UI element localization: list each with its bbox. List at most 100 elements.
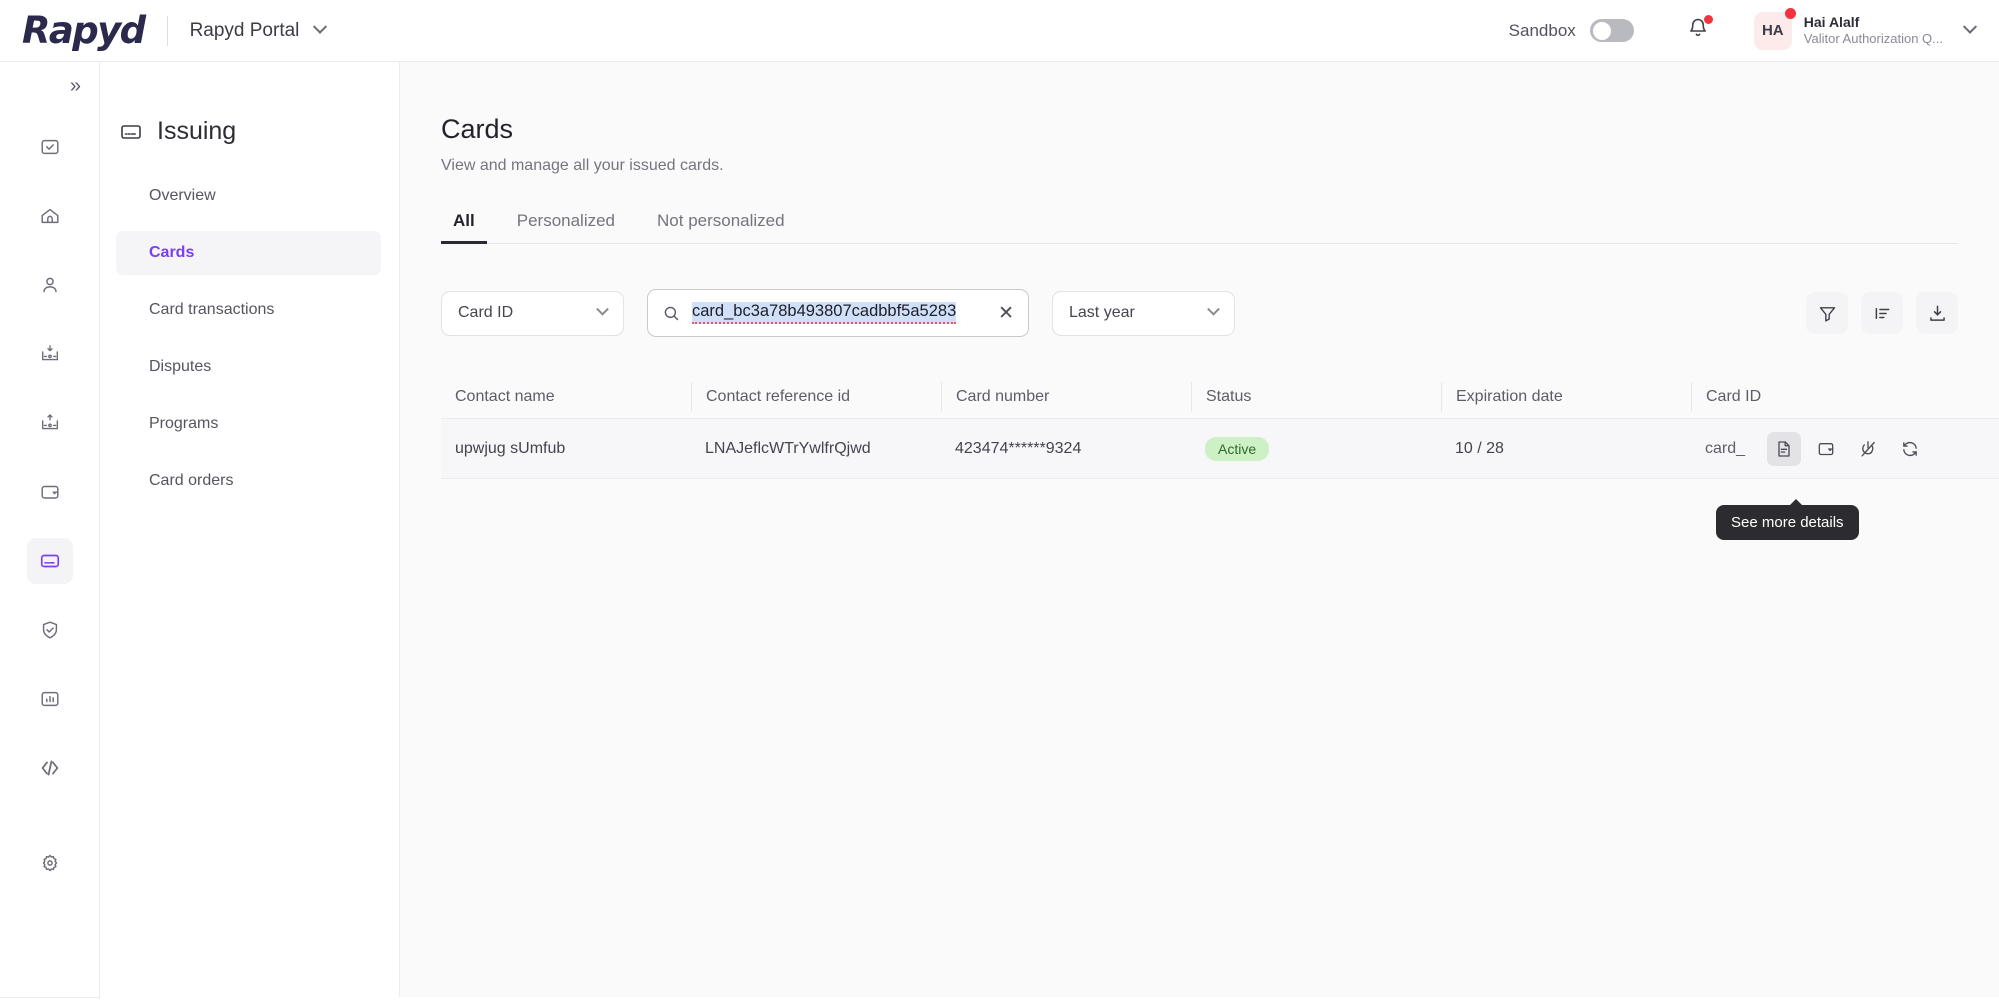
download-icon [1927, 303, 1948, 324]
sidebar-item-overview[interactable]: Overview [116, 174, 381, 218]
page-title: Cards [441, 114, 1999, 145]
sidebar-item-disputes[interactable]: Disputes [116, 345, 381, 389]
code-brackets-icon [38, 756, 62, 780]
sidebar-item-label: Cards [149, 244, 194, 262]
bottom-divider [0, 997, 100, 998]
rail-item-tasks[interactable] [27, 124, 73, 170]
search-icon [662, 304, 681, 323]
sidebar-item-card-transactions[interactable]: Card transactions [116, 288, 381, 332]
rail-item-developers[interactable] [27, 745, 73, 791]
top-header: Rapyd Rapyd Portal Sandbox HA Hai Alalf … [0, 0, 1999, 62]
block-card-button[interactable] [1851, 432, 1885, 466]
search-field-select[interactable]: Card ID [441, 291, 624, 336]
subnav-header: Issuing [119, 117, 399, 146]
avatar-initials: HA [1762, 22, 1784, 39]
tab-bar: All Personalized Not personalized [441, 211, 1958, 244]
tab-all[interactable]: All [441, 211, 487, 243]
table-header-row: Contact name Contact reference id Card n… [441, 375, 1999, 419]
status-badge: Active [1205, 437, 1269, 461]
sidebar-item-cards[interactable]: Cards [116, 231, 381, 275]
card-id-text: card_ [1705, 440, 1745, 458]
avatar: HA [1754, 12, 1792, 50]
search-input[interactable]: card_bc3a78b493807cadbbf5a5283 ✕ [647, 289, 1029, 337]
user-org: Valitor Authorization Q... [1804, 31, 1943, 47]
column-header-card-number[interactable]: Card number [941, 382, 1191, 412]
rail-item-settings[interactable] [27, 840, 73, 886]
portal-name: Rapyd Portal [190, 20, 300, 42]
user-menu[interactable]: HA Hai Alalf Valitor Authorization Q... [1754, 12, 1981, 50]
cell-contact-name: upwjug sUmfub [441, 440, 691, 458]
sandbox-label: Sandbox [1509, 21, 1576, 41]
sort-list-icon [1872, 303, 1893, 324]
rail-item-disburse[interactable] [27, 400, 73, 446]
wallet-button[interactable] [1809, 432, 1843, 466]
card-arrow-up-icon [39, 412, 61, 434]
logo-text: Rapyd [22, 9, 145, 52]
user-name: Hai Alalf [1804, 14, 1943, 32]
bottom-strip [0, 997, 1999, 1005]
subnav-list: Overview Cards Card transactions Dispute… [100, 174, 399, 503]
date-range-select[interactable]: Last year [1052, 291, 1235, 336]
sidebar-item-label: Programs [149, 415, 218, 433]
wallet-icon [1816, 439, 1836, 459]
refresh-icon [1900, 439, 1920, 459]
column-header-contact-reference-id[interactable]: Contact reference id [691, 382, 941, 412]
sidebar-item-label: Card orders [149, 472, 233, 490]
column-header-expiration-date[interactable]: Expiration date [1441, 382, 1691, 412]
replace-card-button[interactable] [1893, 432, 1927, 466]
home-icon [39, 205, 61, 227]
table-row[interactable]: upwjug sUmfub LNAJeflcWTrYwlfrQjwd 42347… [441, 419, 1999, 479]
search-input-value: card_bc3a78b493807cadbbf5a5283 [692, 302, 956, 324]
see-more-details-button[interactable] [1767, 432, 1801, 466]
bar-chart-icon [39, 688, 61, 710]
notification-badge-dot [1704, 15, 1713, 24]
rapyd-logo[interactable]: Rapyd [22, 9, 145, 52]
cell-card-id: card_ [1691, 432, 1999, 466]
filter-button[interactable] [1806, 292, 1848, 334]
toggle-knob [1593, 22, 1611, 40]
tab-personalized[interactable]: Personalized [505, 211, 627, 243]
document-icon [1774, 439, 1794, 459]
rail-item-reports[interactable] [27, 676, 73, 722]
tab-not-personalized[interactable]: Not personalized [645, 211, 797, 243]
portal-switcher[interactable]: Rapyd Portal [190, 20, 326, 42]
page-subtitle: View and manage all your issued cards. [441, 157, 1999, 175]
header-divider [167, 16, 168, 46]
download-button[interactable] [1916, 292, 1958, 334]
sidebar-item-label: Overview [149, 187, 216, 205]
rail-item-customers[interactable] [27, 262, 73, 308]
cards-table: Contact name Contact reference id Card n… [441, 375, 1999, 479]
rail-item-protect[interactable] [27, 607, 73, 653]
tooltip: See more details [1716, 505, 1859, 540]
sandbox-toggle[interactable] [1590, 19, 1634, 42]
sidebar-item-label: Disputes [149, 358, 211, 376]
user-info: Hai Alalf Valitor Authorization Q... [1804, 14, 1943, 48]
sidebar-item-programs[interactable]: Programs [116, 402, 381, 446]
double-chevron-right-icon[interactable]: » [70, 76, 81, 96]
rail-item-collect[interactable] [27, 331, 73, 377]
avatar-badge-dot [1785, 8, 1796, 19]
filter-action-buttons [1793, 292, 1958, 334]
user-icon [39, 274, 61, 296]
sort-button[interactable] [1861, 292, 1903, 334]
chevron-down-icon [313, 19, 327, 33]
credit-card-icon [119, 120, 143, 144]
rail-item-issuing[interactable] [27, 538, 73, 584]
cell-card-number: 423474******9324 [941, 440, 1191, 458]
subnav-title-text: Issuing [157, 117, 236, 146]
sidebar-item-card-orders[interactable]: Card orders [116, 459, 381, 503]
notifications-button[interactable] [1686, 16, 1710, 45]
header-right-cluster: Sandbox HA Hai Alalf Valitor Authorizati… [1509, 0, 1981, 61]
rail-item-wallets[interactable] [27, 469, 73, 515]
wallet-icon [39, 481, 61, 503]
chevron-down-icon [1963, 19, 1977, 33]
cell-contact-reference-id: LNAJeflcWTrYwlfrQjwd [691, 440, 941, 458]
column-header-status[interactable]: Status [1191, 382, 1441, 412]
close-icon[interactable]: ✕ [998, 304, 1014, 323]
chevron-down-icon [596, 302, 609, 315]
column-header-card-id[interactable]: Card ID [1691, 382, 1999, 412]
funnel-icon [1817, 303, 1838, 324]
cell-status: Active [1191, 437, 1441, 461]
rail-item-home[interactable] [27, 193, 73, 239]
column-header-contact-name[interactable]: Contact name [441, 382, 691, 412]
